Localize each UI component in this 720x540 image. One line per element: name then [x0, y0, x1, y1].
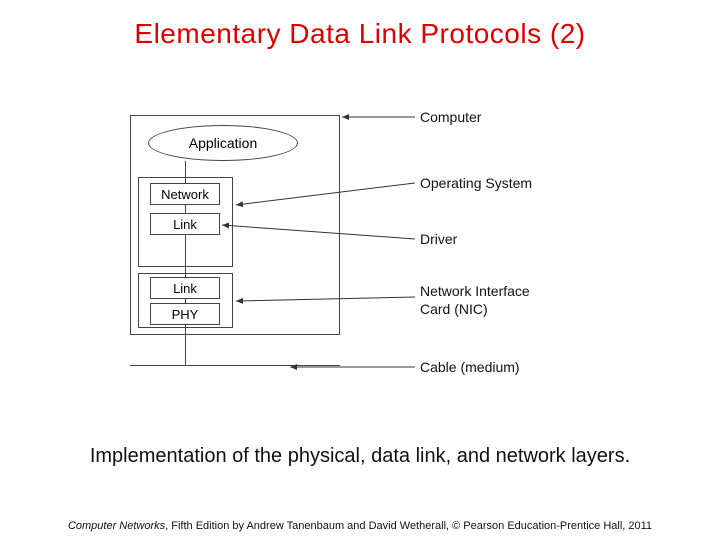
- callout-computer: Computer: [420, 109, 481, 125]
- footer-citation: Computer Networks, Fifth Edition by Andr…: [0, 520, 720, 532]
- callout-cable: Cable (medium): [420, 359, 520, 375]
- footer-book-title: Computer Networks: [68, 520, 165, 532]
- slide-caption: Implementation of the physical, data lin…: [0, 445, 720, 468]
- diagram-area: Application Network Link Link PHY Comput…: [130, 115, 600, 395]
- slide-title: Elementary Data Link Protocols (2): [0, 0, 720, 50]
- callout-driver: Driver: [420, 231, 457, 247]
- footer-rest: , Fifth Edition by Andrew Tanenbaum and …: [165, 520, 652, 532]
- callout-nic: Network InterfaceCard (NIC): [420, 283, 530, 318]
- arrows-overlay: [130, 115, 600, 405]
- callout-operating-system: Operating System: [420, 175, 532, 191]
